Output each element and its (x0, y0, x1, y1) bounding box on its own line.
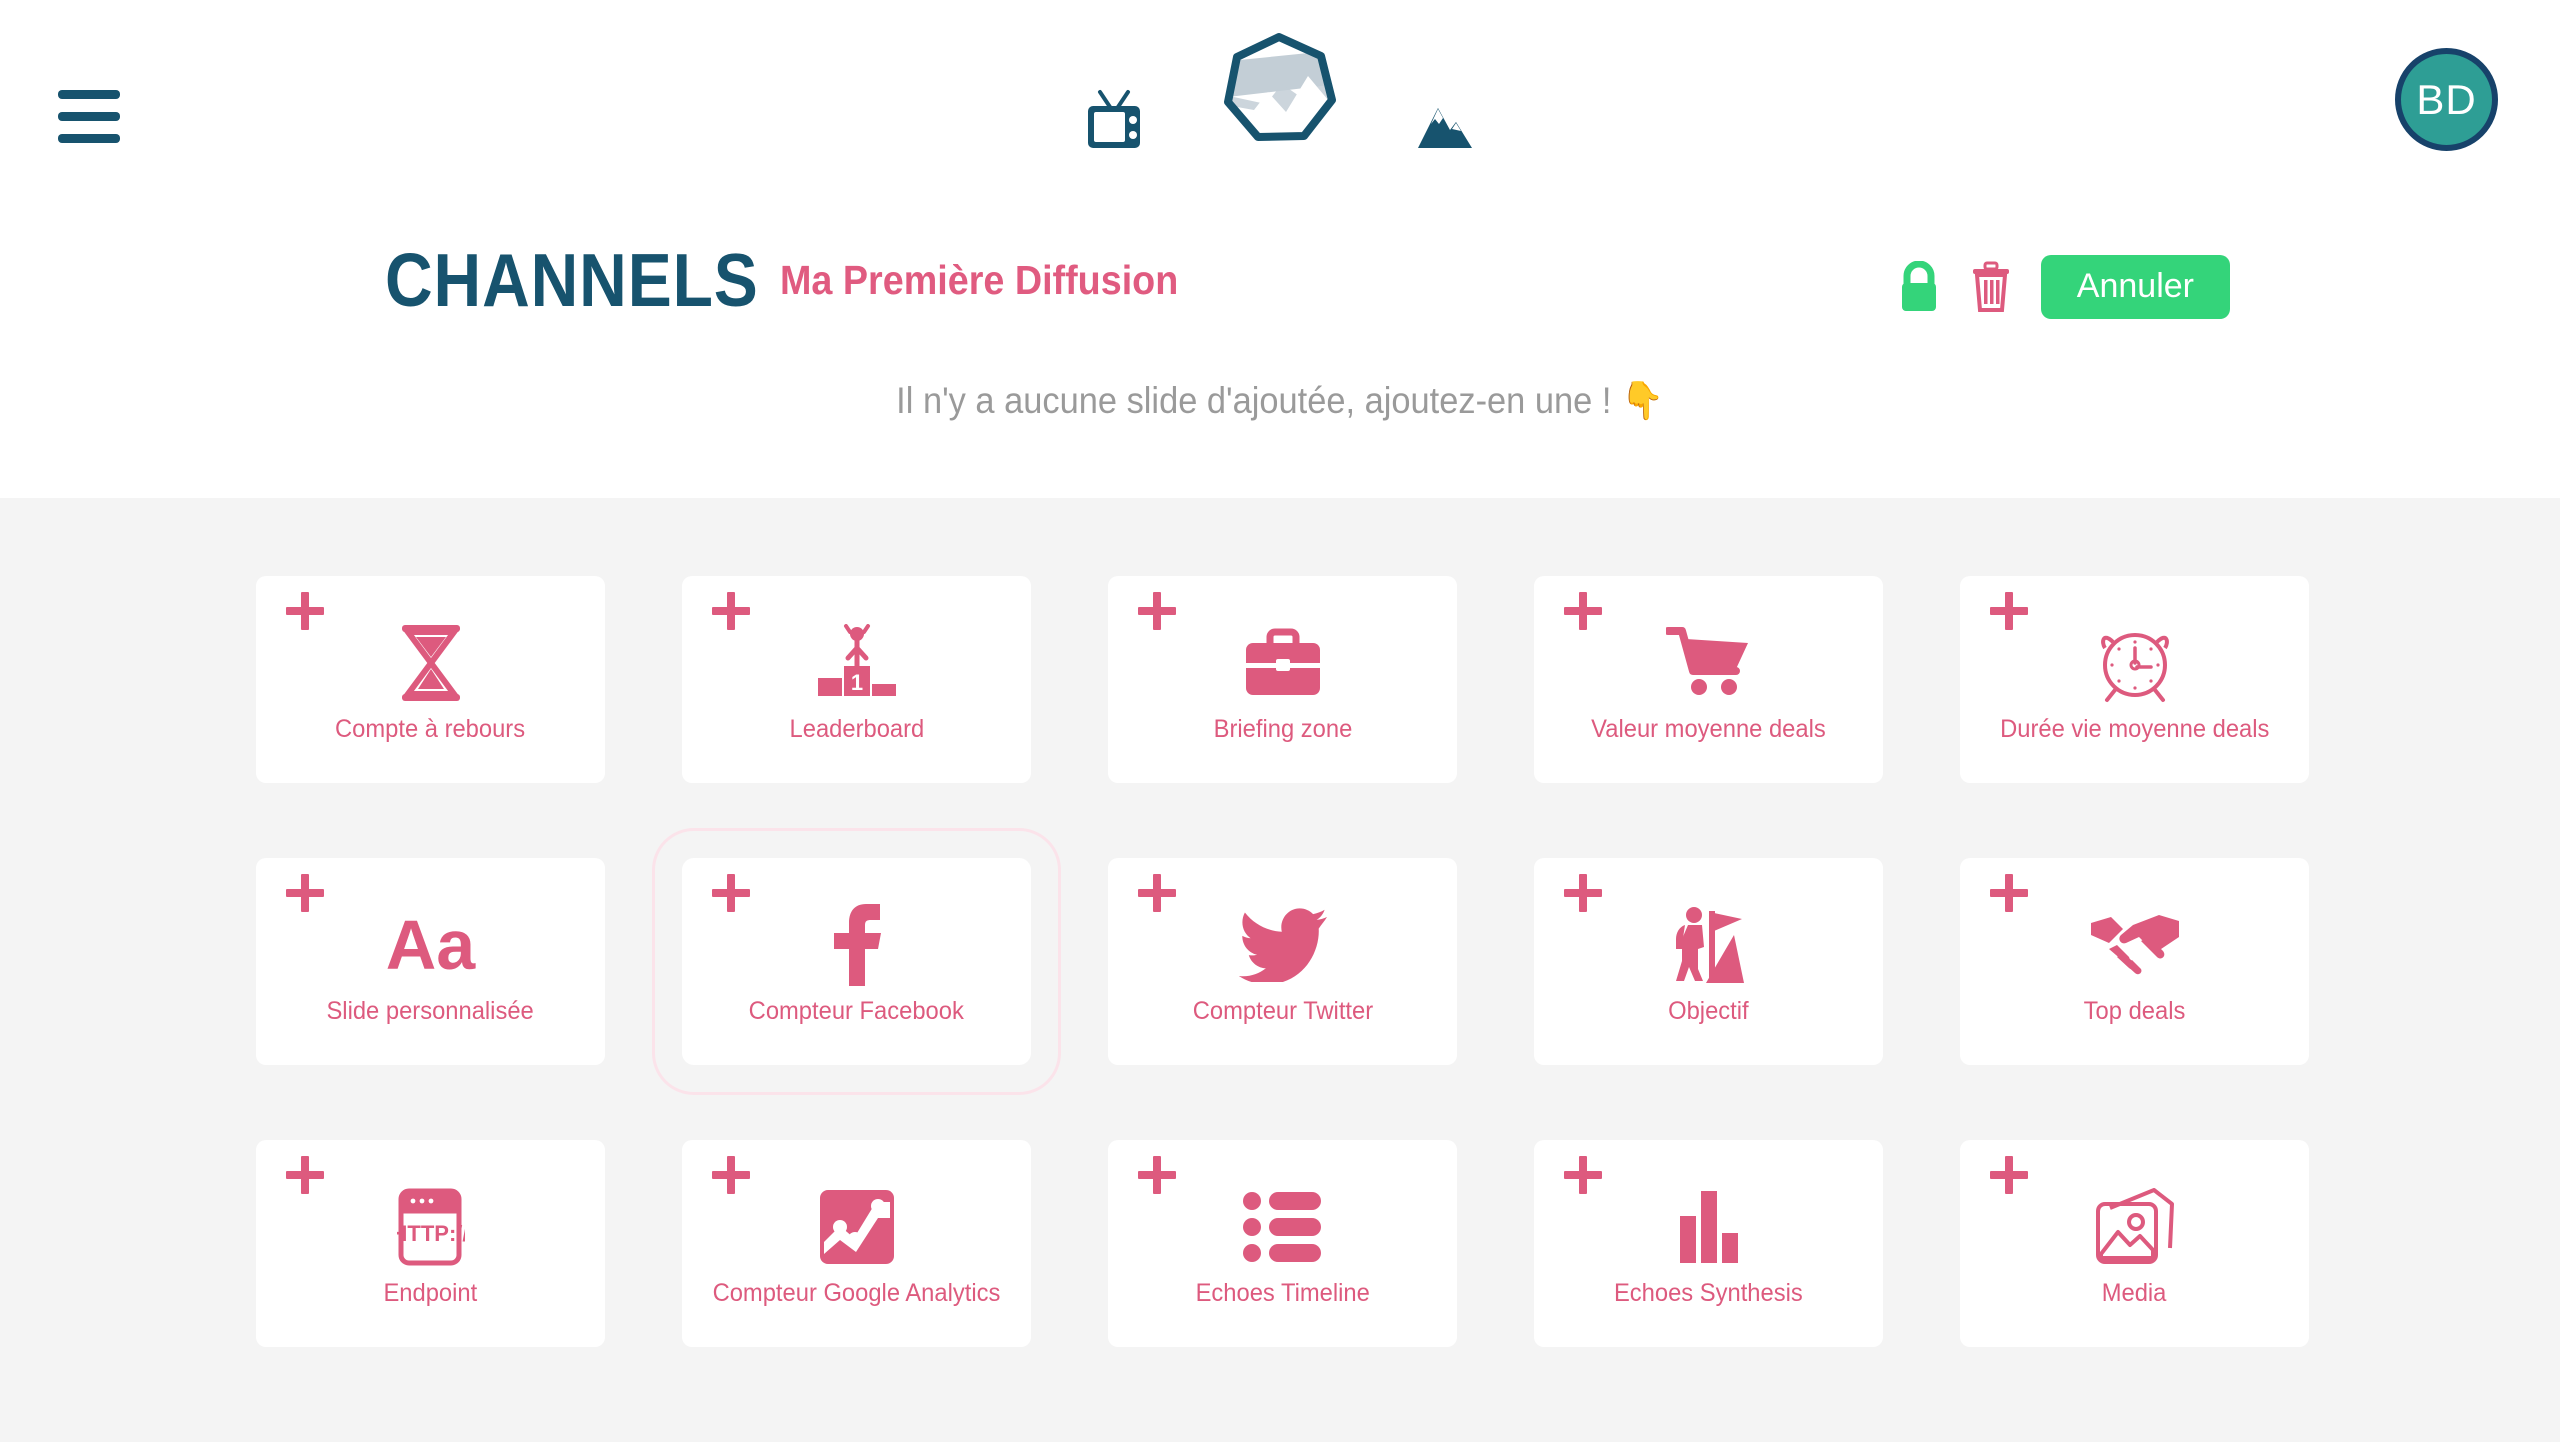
empty-state-message: Il n'y a aucune slide d'ajoutée, ajoutez… (896, 380, 1664, 421)
plus-icon[interactable] (1138, 592, 1176, 630)
plus-icon[interactable] (712, 874, 750, 912)
logo-heptagon-mountain-icon[interactable] (1220, 32, 1338, 150)
card-label: Compteur Twitter (1192, 997, 1373, 1025)
hamburger-bar (58, 90, 120, 99)
slide-card-top-deals[interactable]: Top deals (1960, 858, 2309, 1065)
slide-card-compteur-twitter[interactable]: Compteur Twitter (1108, 858, 1457, 1065)
slide-card-duree-vie-moyenne-deals[interactable]: Durée vie moyenne deals (1960, 576, 2309, 783)
shopping-cart-icon (1665, 621, 1752, 705)
plus-icon[interactable] (712, 1156, 750, 1194)
hamburger-icon[interactable] (58, 90, 120, 143)
page-header: BD CHANNELS Ma Première Diffusion Annule… (0, 0, 2560, 498)
slide-card-objectif[interactable]: Objectif (1534, 858, 1883, 1065)
briefcase-icon (1242, 621, 1324, 705)
card-label: Briefing zone (1213, 715, 1352, 743)
slide-card-slide-personnalisee[interactable]: Aa Slide personnalisée (256, 858, 605, 1065)
plus-icon[interactable] (286, 874, 324, 912)
card-label: Durée vie moyenne deals (1999, 715, 2270, 743)
mountain-icon[interactable] (1416, 104, 1474, 150)
avatar[interactable]: BD (2395, 48, 2498, 151)
podium-icon: 1 (814, 621, 900, 705)
slide-card-leaderboard[interactable]: 1 Leaderboard (682, 576, 1031, 783)
bullet-list-icon (1242, 1185, 1323, 1269)
plus-icon[interactable] (1564, 592, 1602, 630)
trash-icon[interactable] (1969, 261, 2013, 313)
text-aa-icon: Aa (385, 906, 476, 984)
plus-icon[interactable] (286, 1156, 324, 1194)
line-chart-icon (818, 1185, 896, 1269)
card-label: Compteur Google Analytics (712, 1279, 1001, 1307)
plus-icon[interactable] (1138, 874, 1176, 912)
page-title: CHANNELS (385, 238, 759, 322)
slide-card-echoes-synthesis[interactable]: Echoes Synthesis (1534, 1140, 1883, 1347)
slide-types-area: Compte à rebours 1 Leaderboard Briefing … (0, 498, 2560, 1442)
plus-icon[interactable] (1138, 1156, 1176, 1194)
card-label: Slide personnalisée (326, 997, 535, 1025)
slide-card-compteur-google-analytics[interactable]: Compteur Google Analytics (682, 1140, 1031, 1347)
plus-icon[interactable] (1564, 874, 1602, 912)
card-label: Media (2102, 1279, 2167, 1307)
plus-icon[interactable] (1564, 1156, 1602, 1194)
flag-climber-icon (1668, 903, 1750, 987)
card-label: Objectif (1668, 997, 1749, 1025)
hamburger-bar (58, 134, 120, 143)
hamburger-bar (58, 112, 120, 121)
slide-types-grid: Compte à rebours 1 Leaderboard Briefing … (256, 576, 2309, 1347)
plus-icon[interactable] (286, 592, 324, 630)
slide-card-compteur-facebook[interactable]: Compteur Facebook (652, 828, 1061, 1095)
card-label: Compteur Facebook (748, 997, 965, 1025)
hourglass-icon (394, 621, 468, 705)
lock-icon[interactable] (1897, 261, 1941, 313)
slide-card-valeur-moyenne-deals[interactable]: Valeur moyenne deals (1534, 576, 1883, 783)
plus-icon[interactable] (1990, 592, 2028, 630)
slide-card-briefing-zone[interactable]: Briefing zone (1108, 576, 1457, 783)
card-label: Leaderboard (789, 715, 924, 743)
facebook-icon (830, 903, 884, 987)
card-label: Echoes Timeline (1195, 1279, 1370, 1307)
bar-chart-icon (1678, 1185, 1740, 1269)
plus-icon[interactable] (712, 592, 750, 630)
twitter-bird-icon (1238, 903, 1327, 987)
header-brand-icons (0, 30, 2560, 150)
svg-text:HTTP://: HTTP:// (397, 1221, 465, 1246)
card-label: Echoes Synthesis (1614, 1279, 1803, 1307)
slide-card-media[interactable]: Media (1960, 1140, 2309, 1347)
slide-card-compte-a-rebours[interactable]: Compte à rebours (256, 576, 605, 783)
card-label: Endpoint (383, 1279, 478, 1307)
svg-text:1: 1 (850, 670, 862, 695)
tv-icon[interactable] (1086, 88, 1142, 150)
slide-card-endpoint[interactable]: HTTP:// Endpoint (256, 1140, 605, 1347)
cancel-button[interactable]: Annuler (2040, 255, 2230, 319)
page-subtitle: Ma Première Diffusion (780, 257, 1179, 303)
card-label: Compte à rebours (335, 715, 526, 743)
card-label: Top deals (2083, 997, 2186, 1025)
card-label: Valeur moyenne deals (1591, 715, 1826, 743)
http-browser-icon: HTTP:// (397, 1185, 465, 1269)
header-actions: Annuler (1897, 255, 2230, 319)
photos-icon (2094, 1185, 2176, 1269)
slide-card-echoes-timeline[interactable]: Echoes Timeline (1108, 1140, 1457, 1347)
handshake-icon (2089, 903, 2181, 987)
plus-icon[interactable] (1990, 874, 2028, 912)
alarm-clock-icon (2093, 621, 2177, 705)
plus-icon[interactable] (1990, 1156, 2028, 1194)
avatar-initials: BD (2416, 75, 2477, 123)
